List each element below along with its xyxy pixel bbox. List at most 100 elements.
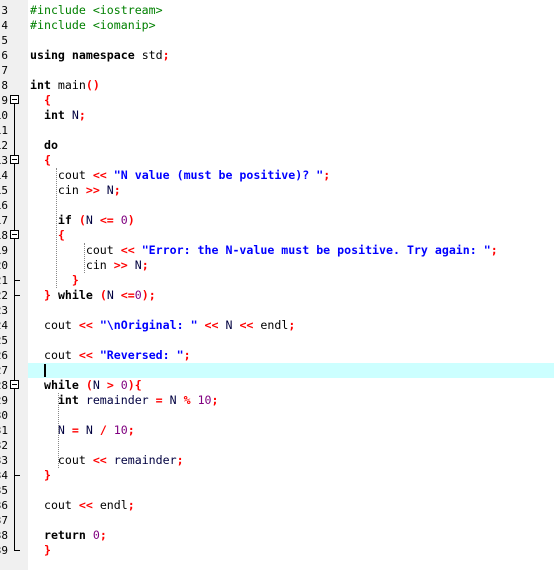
code-token-tx: cout [30,318,79,332]
fold-line [14,104,15,550]
code-token-pp: #include <iomanip> [30,18,156,32]
fold-collapse-icon[interactable] [10,230,19,239]
code-token-tx [30,378,44,392]
code-token-kw: using namespace [30,48,142,62]
code-token-tx: cin [30,258,114,272]
line-number: 29 [0,394,8,407]
code-token-tx [30,288,44,302]
code-line[interactable]: return 0; [30,528,107,543]
code-token-kw: do [43,138,58,152]
code-token-op: ; [176,453,184,467]
code-token-op: << [239,318,261,332]
code-line[interactable]: cout << remainder; [30,453,184,468]
code-token-op: } [43,468,51,482]
line-number: 28 [0,379,8,392]
code-token-tx [30,228,58,242]
code-token-str: "N value (must be positive)? " [113,168,324,182]
code-token-op: { [43,93,51,107]
code-token-op: <= [120,288,135,302]
code-token-id: remainder [85,393,156,407]
code-line[interactable]: do [30,138,58,153]
line-number: 11 [0,124,8,137]
code-token-op: ) [127,213,135,227]
code-line[interactable]: cout << "Reversed: "; [30,348,191,363]
code-token-op: } [71,273,79,287]
fold-collapse-icon[interactable] [10,155,19,164]
code-token-op: << [197,318,226,332]
code-line[interactable]: while (N > 0){ [30,378,142,393]
code-token-op: ; [127,498,135,512]
code-token-op: << [120,243,142,257]
code-line[interactable]: { [30,93,51,108]
fold-collapse-icon[interactable] [10,380,19,389]
code-token-str: "\nOriginal: " [99,318,198,332]
code-line[interactable]: N = N / 10; [30,423,135,438]
code-token-id: N [85,213,100,227]
code-token-id: N [71,108,79,122]
code-token-op: >> [85,183,107,197]
code-token-op: << [78,348,100,362]
code-token-tx: cout [30,168,93,182]
fold-end-tick [14,280,20,281]
code-line[interactable]: #include <iomanip> [30,18,156,33]
line-number: 39 [0,544,8,557]
line-number: 12 [0,139,8,152]
code-line[interactable]: cout << endl; [30,498,135,513]
code-token-num: 10 [197,393,212,407]
line-number: 13 [0,154,8,167]
line-number: 38 [0,529,8,542]
code-token-tx [30,138,44,152]
line-number: 37 [0,514,8,527]
code-token-op: ( [99,288,107,302]
code-line[interactable]: if (N <= 0) [30,213,135,228]
code-line[interactable]: { [30,153,51,168]
code-token-id: N [134,258,142,272]
code-token-op: ; [78,108,86,122]
indent-guide [56,168,57,288]
code-token-id: N [106,288,121,302]
line-number: 27 [0,364,8,377]
line-number: 17 [0,214,8,227]
line-number: 6 [1,49,8,62]
line-number: 21 [0,274,8,287]
line-number: 32 [0,439,8,452]
code-line[interactable]: using namespace std; [30,48,170,63]
code-line[interactable]: } [30,273,79,288]
line-number: 18 [0,229,8,242]
code-line[interactable]: } [30,543,51,558]
code-line[interactable]: int main() [30,78,100,93]
code-token-tx [30,273,72,287]
code-line[interactable]: cin >> N; [30,258,149,273]
code-token-tx [30,393,58,407]
line-number: 34 [0,469,8,482]
code-token-op: ; [99,528,107,542]
code-token-num: 0 [92,528,100,542]
code-line[interactable]: } while (N <=0); [30,288,156,303]
code-line[interactable]: int N; [30,108,86,123]
code-token-tx [30,93,44,107]
code-token-id: N [225,318,240,332]
code-line[interactable]: #include <iostream> [30,3,163,18]
code-token-op: >> [113,258,135,272]
code-token-id: N [106,183,114,197]
line-number: 24 [0,319,8,332]
code-line[interactable]: cout << "Error: the N-value must be posi… [30,243,498,258]
code-token-op: << [78,498,100,512]
code-token-kw: int [30,78,58,92]
code-line[interactable]: { [30,228,65,243]
code-line[interactable]: cout << "\nOriginal: " << N << endl; [30,318,295,333]
code-token-op: } [43,288,58,302]
code-token-kw: int [57,393,86,407]
code-token-tx: endl [99,498,128,512]
code-line[interactable]: cin >> N; [30,183,121,198]
code-token-id: N [85,423,100,437]
code-token-op: ; [141,258,149,272]
current-line-highlight [28,363,554,378]
code-token-str: "Reversed: " [99,348,184,362]
code-line[interactable]: } [30,468,51,483]
code-token-op: ; [211,393,219,407]
code-line[interactable]: cout << "N value (must be positive)? "; [30,168,330,183]
code-token-num: 10 [113,423,128,437]
fold-collapse-icon[interactable] [10,95,19,104]
line-number: 19 [0,244,8,257]
